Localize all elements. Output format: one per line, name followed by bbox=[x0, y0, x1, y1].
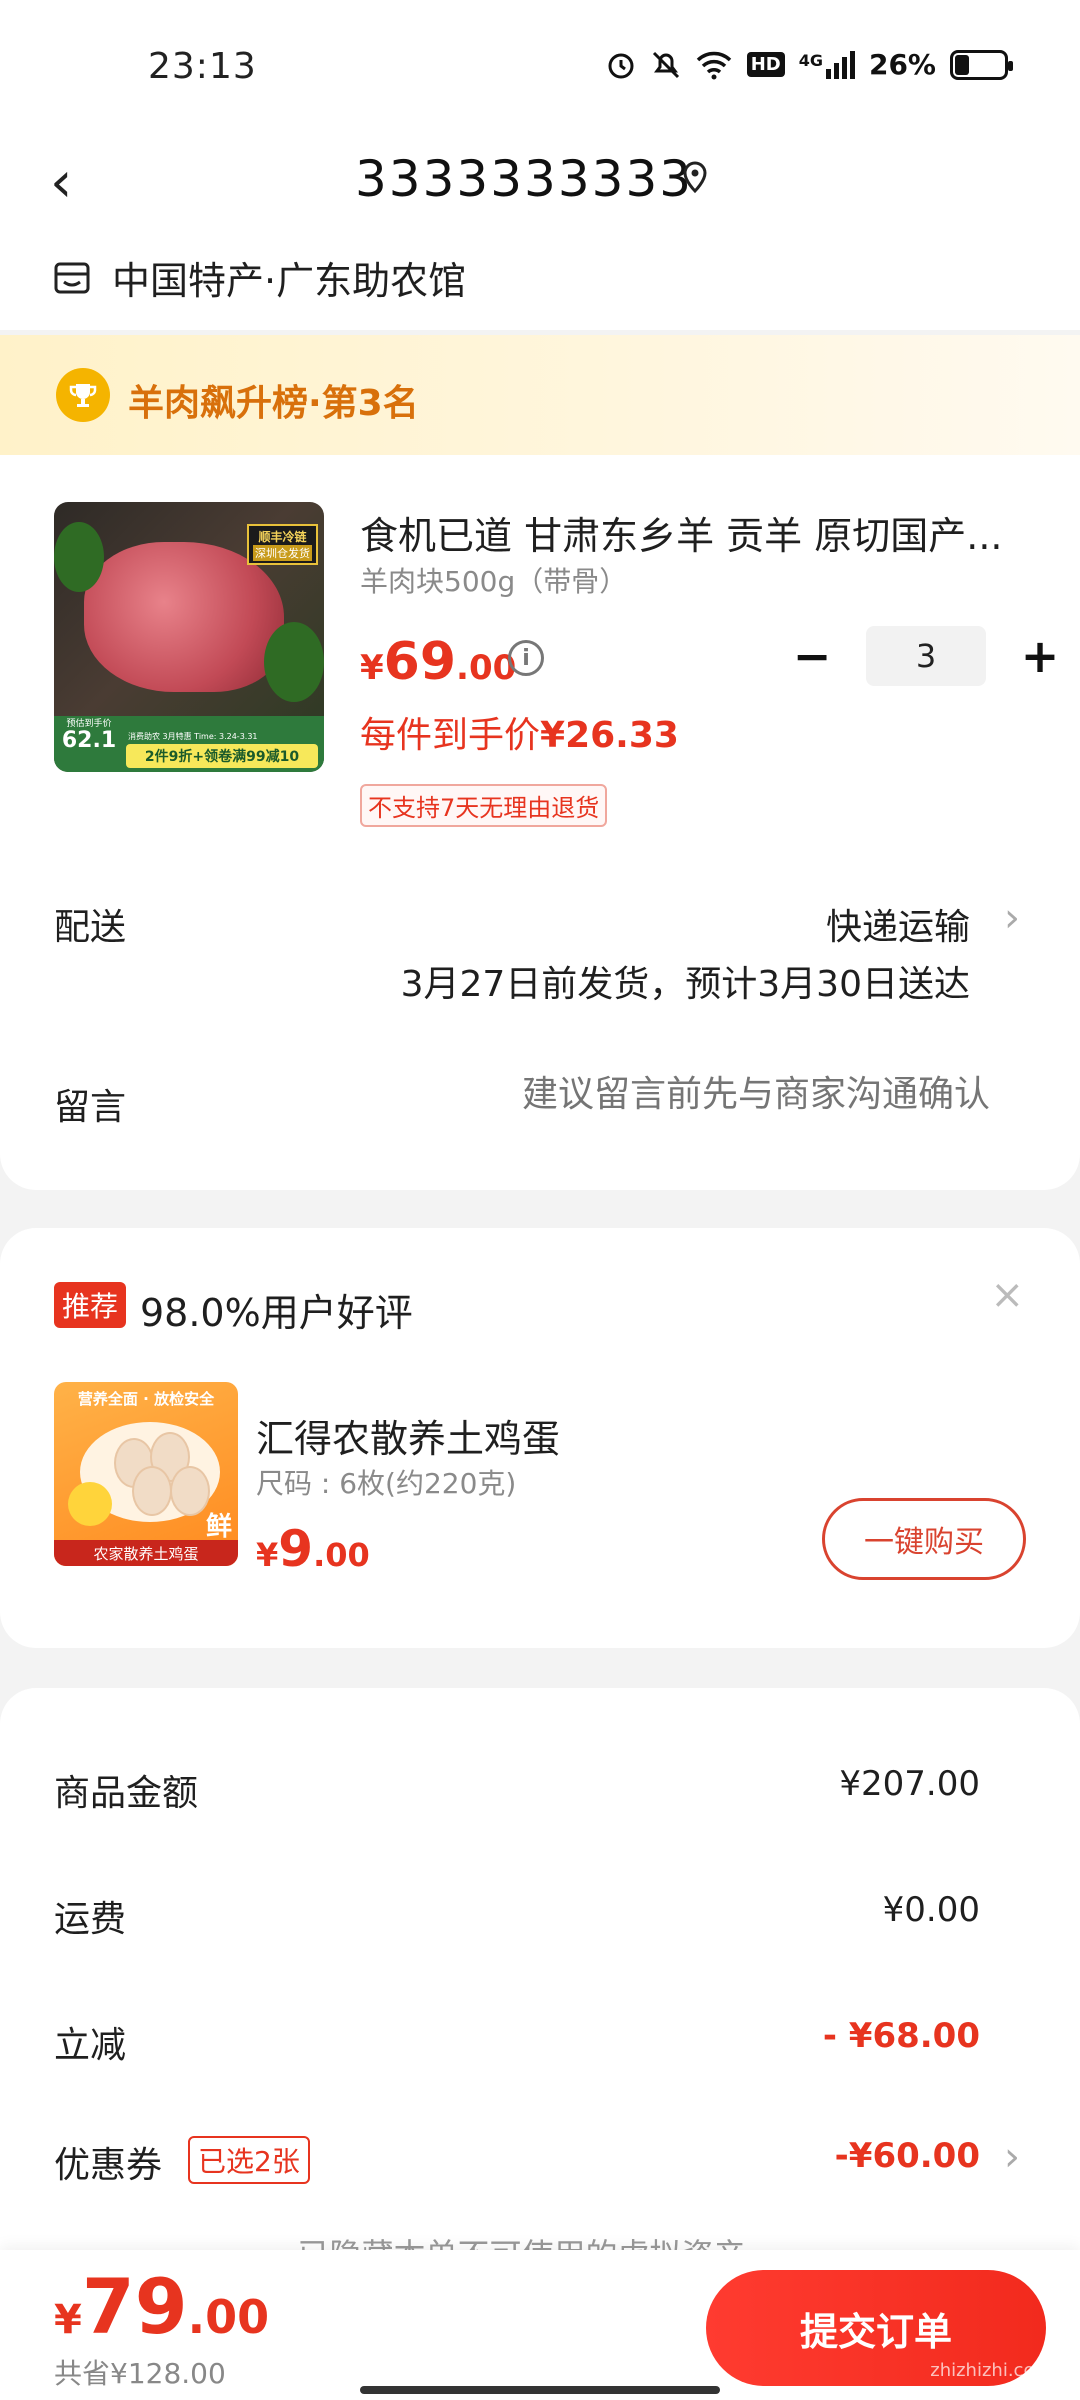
message-input[interactable] bbox=[430, 1074, 990, 1115]
no-return-badge: 不支持7天无理由退货 bbox=[360, 784, 608, 827]
trophy-icon bbox=[56, 368, 110, 422]
recommend-title[interactable]: 汇得农散养土鸡蛋 bbox=[256, 1408, 560, 1463]
per-item-value: ¥26.33 bbox=[540, 715, 679, 756]
delivery-label: 配送 bbox=[54, 907, 127, 948]
delivery-date: 3月27日前发货，预计3月30日送达 bbox=[400, 964, 970, 1005]
product-spec: 羊肉块500g（带骨） bbox=[360, 565, 628, 598]
egg-product-image[interactable]: 营养全面 · 放检安全 鲜 农家散养土鸡蛋 bbox=[54, 1382, 238, 1566]
signal-icon: 4G bbox=[798, 50, 855, 79]
location-pin-icon[interactable] bbox=[678, 160, 712, 194]
recommend-price-integer: 9 bbox=[278, 1520, 314, 1578]
address-phone[interactable]: 3333333333 bbox=[355, 150, 693, 208]
summary-label-discount: 立减 bbox=[54, 2025, 127, 2066]
quantity-stepper: − 3 + bbox=[782, 626, 1070, 686]
image-badge-sub: 深圳仓发货 bbox=[253, 545, 312, 561]
status-icons: HD 4G 26% bbox=[605, 48, 1013, 81]
recommend-rating: 98.0%用户好评 bbox=[140, 1291, 413, 1335]
saved-amount: 共省¥128.00 bbox=[54, 2357, 226, 2390]
recommend-tag: 推荐 bbox=[54, 1282, 127, 1328]
close-icon[interactable]: × bbox=[990, 1272, 1024, 1318]
shop-row[interactable]: 中国特产·广东助农馆 bbox=[52, 250, 466, 305]
price-integer: 69 bbox=[383, 632, 457, 692]
total-integer: 79 bbox=[81, 2262, 188, 2351]
summary-label-shipping: 运费 bbox=[54, 1899, 127, 1940]
chevron-right-icon[interactable]: › bbox=[1004, 895, 1020, 941]
decrease-button[interactable]: − bbox=[782, 626, 842, 686]
rank-text: 羊肉飙升榜·第3名 bbox=[128, 383, 419, 424]
total-currency: ¥ bbox=[54, 2297, 82, 2343]
wifi-icon bbox=[696, 51, 731, 79]
delivery-method[interactable]: 快递运输 bbox=[826, 898, 970, 950]
status-time: 23:13 bbox=[148, 46, 257, 87]
product-price: ¥ 69 .00 bbox=[360, 632, 516, 692]
message-label: 留言 bbox=[54, 1087, 127, 1128]
summary-value-shipping: ¥0.00 bbox=[882, 1890, 980, 1930]
recommend-price: ¥ 9 .00 bbox=[256, 1520, 370, 1578]
summary-value-coupon[interactable]: -¥60.00 bbox=[835, 2136, 980, 2176]
image-promo-top: 消费助农 3月特惠 Time: 3.24-3.31 bbox=[128, 732, 258, 741]
hd-icon: HD bbox=[746, 52, 785, 77]
alarm-icon bbox=[608, 53, 634, 78]
image-badge-top: 顺丰冷链 bbox=[258, 530, 307, 544]
price-decimal: .00 bbox=[456, 648, 517, 688]
summary-label-goods: 商品金额 bbox=[54, 1773, 199, 1814]
chevron-left-icon[interactable]: ‹ bbox=[50, 150, 72, 215]
summary-label-coupon[interactable]: 优惠券 bbox=[54, 2136, 162, 2188]
product-image[interactable]: 顺丰冷链 深圳仓发货 预估到手价 62.1 消费助农 3月特惠 Time: 3.… bbox=[54, 502, 324, 772]
quantity-value[interactable]: 3 bbox=[866, 626, 986, 686]
per-item-price: 每件到手价¥26.33 bbox=[360, 706, 679, 758]
battery-percent: 26% bbox=[868, 48, 936, 81]
egg-image-badge: 鲜 bbox=[205, 1512, 232, 1542]
recommend-price-currency: ¥ bbox=[256, 1536, 279, 1574]
order-total: ¥ 79 .00 bbox=[54, 2262, 269, 2351]
image-promo: 2件9折+领卷满99减10 bbox=[126, 744, 318, 768]
egg-image-caption: 农家散养土鸡蛋 bbox=[54, 1540, 238, 1566]
summary-value-discount: - ¥68.00 bbox=[822, 2016, 980, 2056]
home-indicator[interactable] bbox=[360, 2386, 720, 2394]
mute-icon bbox=[652, 51, 679, 78]
one-click-buy-button[interactable]: 一键购买 bbox=[822, 1498, 1026, 1580]
per-item-label: 每件到手价 bbox=[360, 715, 541, 756]
increase-button[interactable]: + bbox=[1010, 626, 1070, 686]
coupon-selected-tag[interactable]: 已选2张 bbox=[188, 2136, 310, 2184]
store-icon bbox=[54, 262, 90, 293]
shop-name: 中国特产·广东助农馆 bbox=[112, 259, 467, 303]
chevron-right-icon[interactable]: › bbox=[1004, 2134, 1020, 2180]
egg-image-banner: 营养全面 · 放检安全 bbox=[77, 1390, 215, 1408]
price-currency: ¥ bbox=[360, 648, 384, 688]
image-price-value: 62.1 bbox=[61, 728, 117, 753]
summary-value-goods: ¥207.00 bbox=[839, 1764, 980, 1804]
network-type: 4G bbox=[798, 50, 823, 70]
order-confirm-page: 23:13 HD 4G 26% ‹ 3333333333 中国特产·广东助农馆 … bbox=[0, 0, 1080, 2400]
watermark: zhizhizhi.com bbox=[930, 2360, 1052, 2381]
recommend-spec: 尺码 : 6枚(约220克) bbox=[256, 1467, 517, 1500]
battery-icon bbox=[950, 49, 1013, 80]
product-title[interactable]: 食机已道 甘肃东乡羊 贡羊 原切国产... bbox=[360, 505, 1020, 560]
recommend-price-decimal: .00 bbox=[313, 1536, 370, 1574]
price-info-icon[interactable]: i bbox=[508, 640, 544, 676]
total-decimal: .00 bbox=[187, 2290, 270, 2344]
